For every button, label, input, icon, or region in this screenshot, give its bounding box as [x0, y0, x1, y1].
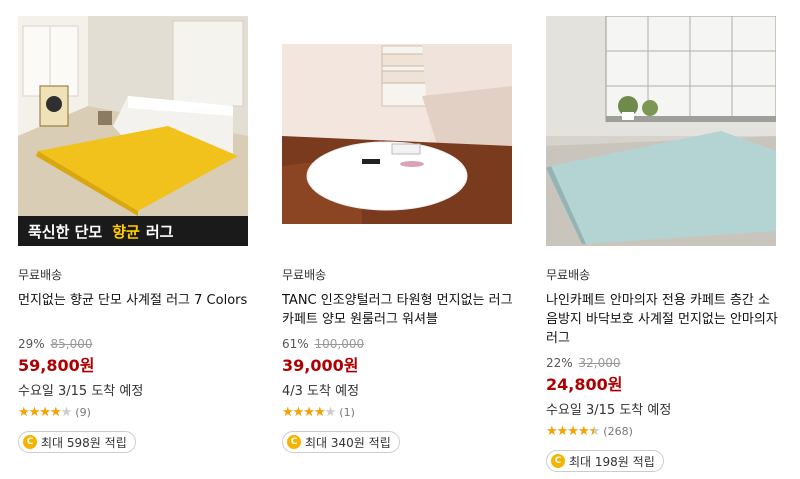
review-count: (268) [603, 424, 633, 438]
free-shipping-label: 무료배송 [18, 268, 63, 282]
product-grid: 푹신한 단모 향균 러그 무료배송 먼지없는 향균 단모 사계절 러그 7 Co… [0, 0, 800, 479]
original-price: 32,000 [578, 356, 621, 370]
discount-rate: 29% [18, 337, 45, 351]
sale-price: 59,800원 [18, 356, 95, 375]
banner-highlight: 향균 [112, 222, 140, 241]
rating-row: ★★★★★★★★★★ (1) [282, 405, 514, 419]
product-card[interactable]: 푹신한 단모 향균 러그 무료배송 먼지없는 향균 단모 사계절 러그 7 Co… [18, 16, 250, 453]
product-image[interactable] [546, 16, 776, 246]
reward-text: 최대 198원 적립 [569, 454, 655, 469]
sale-price: 24,800원 [546, 375, 623, 394]
review-count: (1) [339, 405, 355, 419]
arrival-date: 수요일 3/15 도착 예정 [546, 403, 672, 418]
cash-coin-icon: C [287, 435, 301, 449]
discount-row: 61% 100,000 [282, 337, 514, 351]
discount-row: 29% 85,000 [18, 337, 250, 351]
banner-text: 푹신한 단모 [28, 222, 103, 241]
reward-badge: C 최대 598원 적립 [18, 431, 136, 453]
discount-rate: 22% [546, 356, 573, 370]
discount-row: 22% 32,000 [546, 356, 778, 370]
rating-row: ★★★★★ ★★★★★ (268) [546, 424, 778, 438]
original-price: 85,000 [50, 337, 93, 351]
reward-badge: C 최대 340원 적립 [282, 431, 400, 453]
review-count: (9) [75, 405, 91, 419]
reward-text: 최대 340원 적립 [305, 435, 391, 450]
star-icon: ★★★★★★★★★★ [282, 404, 336, 420]
discount-rate: 61% [282, 337, 309, 351]
cash-coin-icon: C [23, 435, 37, 449]
product-image[interactable]: 푹신한 단모 향균 러그 [18, 16, 248, 246]
mint-rug-photo [546, 16, 776, 246]
banner-text: 러그 [145, 222, 174, 241]
free-shipping-label: 무료배송 [546, 268, 591, 282]
star-icon: ★★★★★★★★★★ [546, 423, 600, 439]
reward-text: 최대 598원 적립 [41, 435, 127, 450]
original-price: 100,000 [314, 337, 365, 351]
free-shipping-label: 무료배송 [282, 268, 327, 282]
product-image[interactable] [282, 16, 512, 246]
arrival-date: 수요일 3/15 도착 예정 [18, 384, 144, 399]
reward-badge: C 최대 198원 적립 [546, 450, 664, 472]
rating-row: ★★★★★★★★★★ (9) [18, 405, 250, 419]
cash-coin-icon: C [551, 454, 565, 468]
product-title[interactable]: 먼지없는 향균 단모 사계절 러그 7 Colors [18, 291, 250, 329]
white-fur-rug-photo [282, 16, 512, 246]
product-title[interactable]: TANC 인조양털러그 타원형 먼지없는 러그 카페트 양모 원룸러그 워셔블 [282, 291, 514, 329]
yellow-rug-photo [18, 16, 248, 246]
star-icon: ★★★★★★★★★★ [18, 404, 72, 420]
arrival-date: 4/3 도착 예정 [282, 384, 360, 399]
promo-banner: 푹신한 단모 향균 러그 [18, 216, 248, 246]
product-card[interactable]: 무료배송 TANC 인조양털러그 타원형 먼지없는 러그 카페트 양모 원룸러그… [282, 16, 514, 453]
sale-price: 39,000원 [282, 356, 359, 375]
product-title[interactable]: 나인카페트 안마의자 전용 카페트 층간 소음방지 바닥보호 사계절 먼지없는 … [546, 291, 778, 348]
product-card[interactable]: 무료배송 나인카페트 안마의자 전용 카페트 층간 소음방지 바닥보호 사계절 … [546, 16, 778, 472]
